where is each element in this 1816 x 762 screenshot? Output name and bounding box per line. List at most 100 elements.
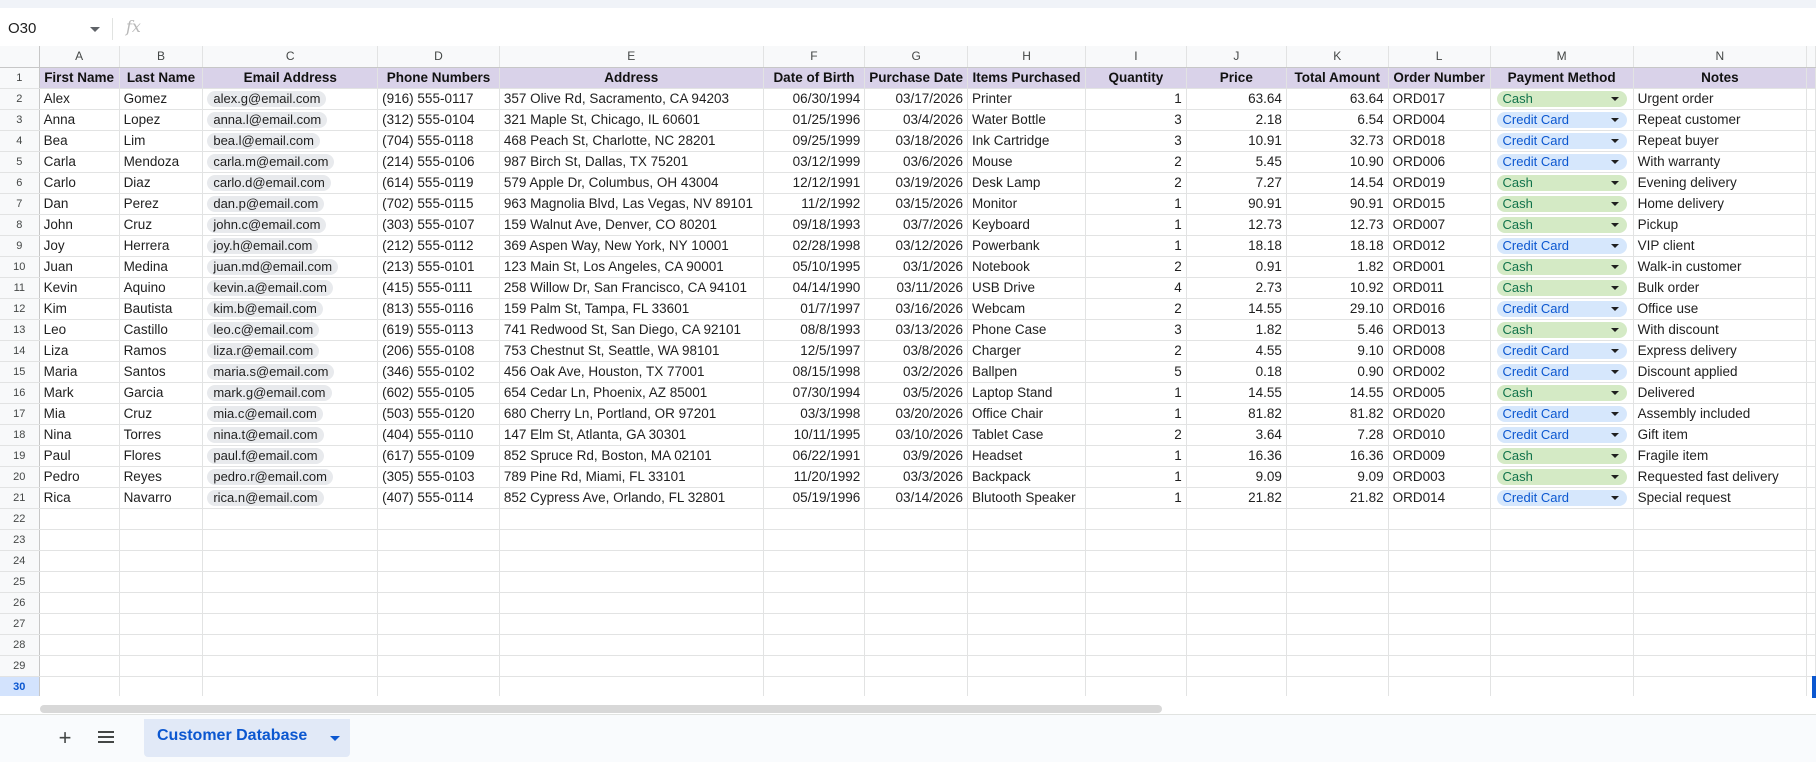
- empty-cell[interactable]: [1806, 277, 1816, 299]
- table-cell[interactable]: 369 Aspen Way, New York, NY 10001: [499, 235, 764, 257]
- table-cell[interactable]: Joy: [39, 235, 120, 257]
- payment-method-dropdown[interactable]: Credit Card: [1496, 489, 1627, 506]
- email-cell[interactable]: anna.l@email.com: [202, 109, 379, 131]
- table-cell[interactable]: Mark: [39, 382, 120, 404]
- table-cell[interactable]: Pickup: [1633, 214, 1808, 236]
- table-cell[interactable]: 03/17/2026: [864, 88, 969, 110]
- table-cell[interactable]: Assembly included: [1633, 403, 1808, 425]
- column-header-g[interactable]: G: [864, 46, 969, 68]
- empty-cell[interactable]: [967, 571, 1087, 593]
- payment-method-dropdown[interactable]: Credit Card: [1496, 300, 1627, 317]
- empty-cell[interactable]: [39, 613, 120, 635]
- table-cell[interactable]: 03/4/2026: [864, 109, 969, 131]
- plus-icon[interactable]: +: [52, 725, 78, 751]
- payment-method-cell[interactable]: Cash: [1490, 466, 1634, 488]
- table-cell[interactable]: 852 Spruce Rd, Boston, MA 02101: [499, 445, 764, 467]
- table-cell[interactable]: 1: [1085, 235, 1187, 257]
- empty-cell[interactable]: [1085, 613, 1187, 635]
- email-cell[interactable]: mark.g@email.com: [202, 382, 379, 404]
- table-cell[interactable]: 03/3/2026: [864, 466, 969, 488]
- table-cell[interactable]: Discount applied: [1633, 361, 1808, 383]
- email-chip[interactable]: paul.f@email.com: [207, 447, 324, 464]
- table-cell[interactable]: (415) 555-0111: [377, 277, 500, 299]
- column-header-l[interactable]: L: [1388, 46, 1491, 68]
- empty-cell[interactable]: [763, 613, 866, 635]
- empty-cell[interactable]: [1633, 676, 1808, 696]
- table-cell[interactable]: With warranty: [1633, 151, 1808, 173]
- email-cell[interactable]: liza.r@email.com: [202, 340, 379, 362]
- table-cell[interactable]: 10.90: [1286, 151, 1389, 173]
- table-cell[interactable]: 03/9/2026: [864, 445, 969, 467]
- empty-cell[interactable]: [967, 676, 1087, 696]
- table-cell[interactable]: 10.91: [1186, 130, 1287, 152]
- empty-cell[interactable]: [967, 613, 1087, 635]
- column-header-d[interactable]: D: [377, 46, 500, 68]
- email-cell[interactable]: mia.c@email.com: [202, 403, 379, 425]
- table-cell[interactable]: 2: [1085, 298, 1187, 320]
- empty-cell[interactable]: [119, 676, 204, 696]
- payment-method-dropdown[interactable]: Cash: [1496, 468, 1627, 485]
- empty-cell[interactable]: [39, 508, 120, 530]
- table-cell[interactable]: Blutooth Speaker: [967, 487, 1087, 509]
- empty-cell[interactable]: [967, 508, 1087, 530]
- table-cell[interactable]: 06/30/1994: [763, 88, 866, 110]
- payment-method-dropdown[interactable]: Credit Card: [1496, 237, 1627, 254]
- table-cell[interactable]: 7.27: [1186, 172, 1287, 194]
- email-chip[interactable]: kevin.a@email.com: [207, 279, 333, 296]
- table-cell[interactable]: (404) 555-0110: [377, 424, 500, 446]
- empty-cell[interactable]: [1186, 508, 1287, 530]
- empty-cell[interactable]: [1186, 571, 1287, 593]
- email-chip[interactable]: liza.r@email.com: [207, 342, 320, 359]
- empty-cell[interactable]: [377, 508, 500, 530]
- empty-cell[interactable]: [1286, 571, 1389, 593]
- empty-cell[interactable]: [1633, 634, 1808, 656]
- chevron-down-icon[interactable]: [330, 736, 340, 741]
- empty-cell[interactable]: [202, 613, 379, 635]
- table-cell[interactable]: Navarro: [119, 487, 204, 509]
- table-cell[interactable]: Gift item: [1633, 424, 1808, 446]
- empty-cell[interactable]: [864, 508, 969, 530]
- table-cell[interactable]: ORD003: [1388, 466, 1491, 488]
- table-cell[interactable]: 12/5/1997: [763, 340, 866, 362]
- table-cell[interactable]: 03/8/2026: [864, 340, 969, 362]
- table-cell[interactable]: Office Chair: [967, 403, 1087, 425]
- email-chip[interactable]: juan.md@email.com: [207, 258, 339, 275]
- table-cell[interactable]: (346) 555-0102: [377, 361, 500, 383]
- empty-cell[interactable]: [864, 676, 969, 696]
- table-cell[interactable]: 159 Palm St, Tampa, FL 33601: [499, 298, 764, 320]
- table-cell[interactable]: 4.55: [1186, 340, 1287, 362]
- empty-cell[interactable]: [1490, 592, 1634, 614]
- email-chip[interactable]: mia.c@email.com: [207, 405, 323, 422]
- chevron-down-icon[interactable]: [90, 27, 100, 32]
- chevron-down-icon[interactable]: [1610, 159, 1619, 164]
- table-cell[interactable]: Notebook: [967, 256, 1087, 278]
- table-cell[interactable]: Liza: [39, 340, 120, 362]
- empty-cell[interactable]: [1388, 508, 1491, 530]
- email-chip[interactable]: joy.h@email.com: [207, 237, 319, 254]
- table-cell[interactable]: Charger: [967, 340, 1087, 362]
- table-cell[interactable]: 05/19/1996: [763, 487, 866, 509]
- email-chip[interactable]: john.c@email.com: [207, 216, 327, 233]
- header-cell[interactable]: Order Number: [1388, 67, 1491, 89]
- empty-cell[interactable]: [1186, 592, 1287, 614]
- table-cell[interactable]: 1: [1085, 466, 1187, 488]
- payment-method-cell[interactable]: Cash: [1490, 277, 1634, 299]
- row-number[interactable]: 27: [0, 613, 40, 635]
- table-cell[interactable]: 987 Birch St, Dallas, TX 75201: [499, 151, 764, 173]
- table-cell[interactable]: Flores: [119, 445, 204, 467]
- table-cell[interactable]: Medina: [119, 256, 204, 278]
- empty-cell[interactable]: [1806, 256, 1816, 278]
- table-cell[interactable]: 2: [1085, 256, 1187, 278]
- table-cell[interactable]: (212) 555-0112: [377, 235, 500, 257]
- chevron-down-icon[interactable]: [1610, 474, 1619, 479]
- empty-cell[interactable]: [763, 550, 866, 572]
- empty-cell[interactable]: [1085, 634, 1187, 656]
- table-cell[interactable]: 63.64: [1286, 88, 1389, 110]
- payment-method-cell[interactable]: Cash: [1490, 319, 1634, 341]
- row-number[interactable]: 28: [0, 634, 40, 656]
- table-cell[interactable]: 3.64: [1186, 424, 1287, 446]
- table-cell[interactable]: Mendoza: [119, 151, 204, 173]
- table-cell[interactable]: Perez: [119, 193, 204, 215]
- payment-method-dropdown[interactable]: Credit Card: [1496, 405, 1627, 422]
- table-cell[interactable]: ORD012: [1388, 235, 1491, 257]
